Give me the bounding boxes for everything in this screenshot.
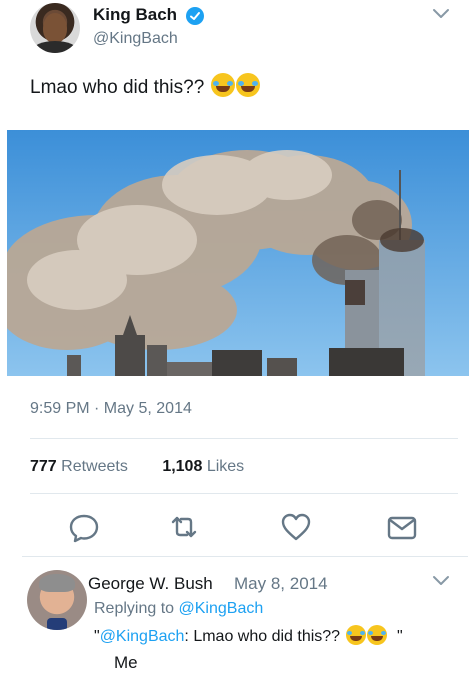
avatar-hair xyxy=(39,574,75,592)
tweet-text-content: Lmao who did this?? xyxy=(30,77,205,98)
retweets-label: Retweets xyxy=(61,458,128,475)
tweet-action-bar xyxy=(0,508,474,548)
likes-count: 1,108 xyxy=(162,458,203,475)
tweet-media-photo[interactable] xyxy=(7,130,469,376)
retweet-icon[interactable] xyxy=(167,510,201,544)
divider xyxy=(30,493,458,494)
chevron-down-icon[interactable] xyxy=(432,8,450,20)
close-quote: " xyxy=(396,628,403,645)
tears-of-joy-emoji-icon xyxy=(210,73,235,97)
likes-label: Likes xyxy=(206,458,245,475)
tweet-stats: 777 Retweets 1,108 Likes xyxy=(30,458,274,476)
tweet-text: Lmao who did this?? xyxy=(30,73,260,99)
tears-of-joy-emoji-icon xyxy=(345,625,366,645)
author-display-name[interactable]: King Bach xyxy=(93,5,177,25)
tweet-header: King Bach @KingBach xyxy=(0,0,474,62)
retweets-stat[interactable]: 777 Retweets xyxy=(30,458,128,476)
divider xyxy=(30,438,458,439)
reply-icon[interactable] xyxy=(67,510,101,544)
reply-author-avatar[interactable] xyxy=(27,570,87,630)
reply-author-display-name[interactable]: George W. Bush xyxy=(88,574,213,594)
reply-tweet[interactable]: George W. Bush May 8, 2014 Replying to @… xyxy=(0,565,474,681)
likes-stat[interactable]: 1,108 Likes xyxy=(162,458,244,476)
author-handle[interactable]: @KingBach xyxy=(93,30,178,48)
replying-to-mention[interactable]: @KingBach xyxy=(179,600,264,617)
tears-of-joy-emoji-icon xyxy=(235,73,260,97)
like-heart-icon[interactable] xyxy=(279,510,313,544)
tweet-timestamp[interactable]: 9:59 PM · May 5, 2014 xyxy=(30,400,192,418)
quoted-text: "@KingBach: Lmao who did this?? " xyxy=(94,625,403,646)
verified-badge-icon xyxy=(186,7,204,25)
quoted-tweet-text: : Lmao who did this?? xyxy=(184,628,341,645)
reply-date[interactable]: May 8, 2014 xyxy=(234,574,328,594)
share-envelope-icon[interactable] xyxy=(385,510,419,544)
author-avatar[interactable] xyxy=(30,3,80,53)
replying-to-label: Replying to xyxy=(94,600,175,617)
reply-body-text: Me xyxy=(114,653,138,672)
replying-to-line: Replying to @KingBach xyxy=(94,600,263,618)
avatar-shirt xyxy=(32,41,78,53)
avatar-face xyxy=(43,13,67,43)
chevron-down-icon[interactable] xyxy=(432,575,450,587)
avatar-tie xyxy=(47,618,67,630)
quoted-mention[interactable]: @KingBach xyxy=(100,628,185,645)
retweets-count: 777 xyxy=(30,458,57,475)
divider xyxy=(22,556,468,557)
tears-of-joy-emoji-icon xyxy=(366,625,387,645)
